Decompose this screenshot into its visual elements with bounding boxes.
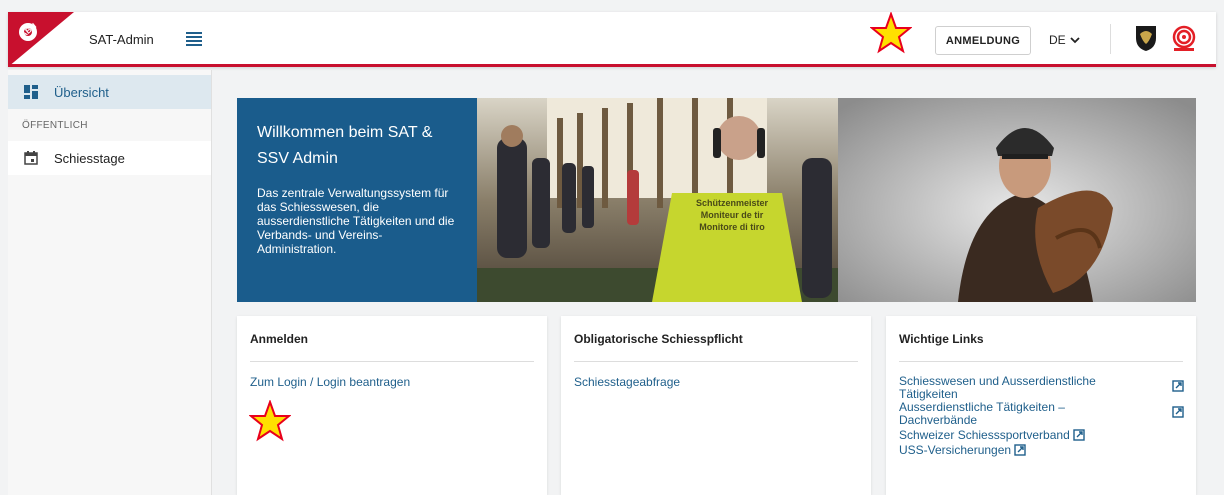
star-icon: [249, 400, 291, 442]
shooting-sport-logo-icon: [1171, 25, 1197, 51]
header-divider: [1110, 24, 1111, 54]
link-ssv[interactable]: Schweizer Schiesssportverband: [899, 429, 1184, 442]
sidebar-item-shooting-days[interactable]: Schiesstage: [8, 141, 211, 175]
link-label: Schiesswesen und Ausserdienstliche Tätig…: [899, 374, 1096, 401]
link-shooting-activities[interactable]: Schiesswesen und Ausserdienstliche Tätig…: [899, 375, 1184, 401]
card-title: Obligatorische Schiesspflicht: [574, 316, 858, 362]
sidebar: Übersicht ÖFFENTLICH Schiesstage: [8, 70, 212, 495]
language-value: DE: [1049, 33, 1066, 47]
shooting-range-photo: Schützenmeister Moniteur de tir Monitore…: [477, 98, 838, 302]
hero-title: Willkommen beim SAT & SSV Admin: [257, 120, 459, 172]
vest-text: Schützenmeister: [696, 198, 769, 208]
sidebar-item-label: Schiesstage: [54, 150, 125, 166]
menu-icon[interactable]: [186, 32, 202, 46]
card-title: Wichtige Links: [899, 316, 1183, 362]
links-list: Schiesswesen und Ausserdienstliche Tätig…: [899, 375, 1184, 457]
app-name: SAT-Admin: [89, 32, 154, 47]
hero-title-line: SSV Admin: [257, 150, 338, 167]
link-label: Ausserdienstliche Tätigkeiten – Dachverb…: [899, 400, 1065, 427]
hero-title-line: Willkommen beim SAT &: [257, 124, 433, 141]
vest-text: Moniteur de tir: [701, 210, 764, 220]
chevron-down-icon: [1070, 37, 1080, 44]
star-icon: [870, 12, 912, 54]
calendar-icon: [24, 151, 38, 165]
army-logo-icon: [1136, 26, 1156, 51]
sidebar-section-public: ÖFFENTLICH: [22, 119, 88, 131]
sidebar-item-label: Übersicht: [54, 84, 109, 100]
card-title: Anmelden: [250, 316, 534, 362]
link-label: Schweizer Schiesssportverband: [899, 428, 1070, 442]
external-link-icon: [1014, 444, 1026, 456]
hero-description: Das zentrale Verwaltungssystem für das S…: [257, 186, 455, 256]
language-select[interactable]: DE: [1049, 33, 1080, 47]
shooting-days-query-link[interactable]: Schiesstageabfrage: [574, 375, 858, 389]
obligation-card: Obligatorische Schiesspflicht Schiesstag…: [561, 316, 871, 495]
top-app-bar: ABN SAT-Admin ANMELDUNG DE: [8, 12, 1216, 67]
vest-text: Monitore di tiro: [699, 222, 765, 232]
link-label: USS-Versicherungen: [899, 443, 1012, 457]
dashboard-icon: [24, 85, 38, 99]
sidebar-item-overview[interactable]: Übersicht: [8, 75, 211, 109]
link-umbrella-associations[interactable]: Ausserdienstliche Tätigkeiten – Dachverb…: [899, 401, 1184, 427]
external-link-icon: [1073, 429, 1085, 441]
hero-text-panel: Willkommen beim SAT & SSV Admin Das zent…: [237, 98, 477, 302]
external-link-icon: [1172, 406, 1184, 418]
rider-photo: [838, 98, 1196, 302]
login-button[interactable]: ANMELDUNG: [935, 26, 1031, 55]
ribbon-badge: ABN: [8, 12, 74, 67]
important-links-card: Wichtige Links Schiesswesen und Ausserdi…: [886, 316, 1196, 495]
link-uss-insurance[interactable]: USS-Versicherungen: [899, 444, 1184, 457]
login-request-link[interactable]: Zum Login / Login beantragen: [250, 375, 534, 389]
external-link-icon: [1172, 380, 1184, 392]
hero-banner: Willkommen beim SAT & SSV Admin Das zent…: [237, 98, 1196, 302]
